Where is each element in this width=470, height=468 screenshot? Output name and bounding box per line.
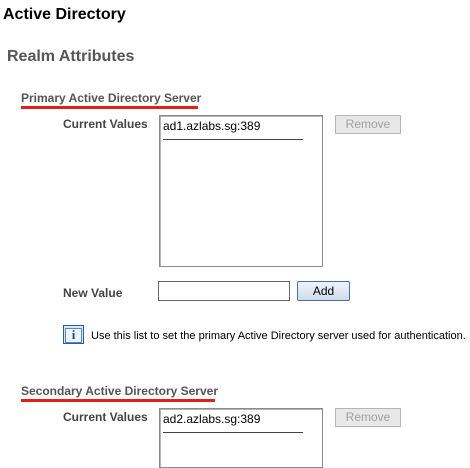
new-value-input[interactable]	[158, 281, 290, 301]
list-item[interactable]: ad2.azlabs.sg:389	[163, 412, 303, 433]
list-item[interactable]: ad1.azlabs.sg:389	[163, 119, 303, 140]
primary-section-title: Primary Active Directory Server	[21, 91, 202, 105]
info-icon: i	[63, 325, 84, 344]
primary-remove-button[interactable]: Remove	[335, 115, 401, 134]
add-button[interactable]: Add	[297, 281, 350, 301]
secondary-section-title: Secondary Active Directory Server	[21, 384, 218, 398]
primary-current-values-label: Current Values	[63, 117, 148, 131]
secondary-current-values-list[interactable]: ad2.azlabs.sg:389	[159, 408, 323, 468]
new-value-label: New Value	[63, 286, 123, 300]
secondary-remove-button[interactable]: Remove	[335, 408, 401, 427]
secondary-section-underline	[21, 399, 215, 402]
primary-section-underline	[21, 106, 198, 109]
realm-attributes-title: Realm Attributes	[7, 48, 135, 65]
primary-help-text: Use this list to set the primary Active …	[91, 330, 466, 342]
primary-current-values-list[interactable]: ad1.azlabs.sg:389	[159, 115, 323, 267]
secondary-current-values-label: Current Values	[63, 410, 148, 424]
page-title: Active Directory	[3, 6, 126, 23]
